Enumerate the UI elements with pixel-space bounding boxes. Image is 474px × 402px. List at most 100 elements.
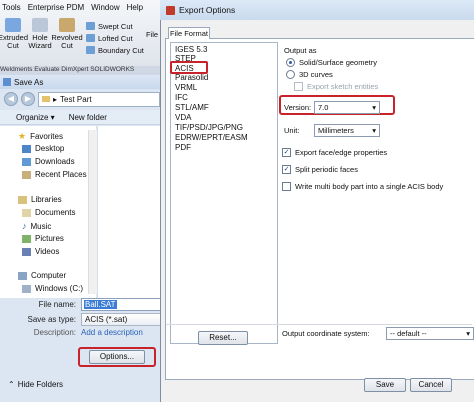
extruded-cut-button[interactable]: Extruded Cut [0,18,28,50]
downloads-icon [22,157,31,166]
menu-help[interactable]: Help [127,3,143,12]
nav-computer[interactable]: Computer [18,271,66,280]
nav-libraries[interactable]: Libraries [18,195,62,204]
lofted-cut-button[interactable]: Lofted Cut [86,32,144,44]
file-list-pane [97,126,161,298]
chevron-down-icon: ▾ [372,103,376,112]
chevron-down-icon: ▾ [372,126,376,135]
format-edrawings[interactable]: EDRW/EPRT/EASM [175,133,248,143]
desktop-icon [22,144,31,153]
new-folder-button[interactable]: New folder [69,113,107,122]
format-parasolid[interactable]: Parasolid [175,73,208,83]
save-as-title: Save As [14,77,44,87]
organize-button[interactable]: Organize ▾ [16,113,55,122]
nav-documents[interactable]: Documents [22,208,75,217]
nav-pictures[interactable]: Pictures [22,234,64,243]
acis-highlight [170,61,208,74]
coordinate-system-select[interactable]: -- default -- ▾ [386,327,474,340]
app-icon [3,78,11,86]
nav-recent-places[interactable]: Recent Places [22,170,87,179]
swept-cut-icon [86,22,95,30]
add-description-link[interactable]: Add a description [81,328,143,337]
address-bar: ◀ ▶ ▸ Test Part [4,91,160,107]
export-options-titlebar: Export Options [160,0,474,20]
options-button[interactable]: Options... [89,350,145,364]
version-select[interactable]: 7.0 ▾ [314,101,380,114]
multi-body-checkbox[interactable]: Write multi body part into a single ACIS… [282,182,443,191]
chevron-down-icon: ▾ [466,329,470,338]
menu-bar: Tools Enterprise PDM Window Help [0,0,162,14]
file-name-input[interactable]: Ball.SAT [81,298,169,311]
version-row: Version: 7.0 ▾ [284,101,380,114]
hole-wizard-icon [32,18,48,32]
format-pdf[interactable]: PDF [175,143,191,153]
radio-selected-icon [286,58,295,67]
menu-enterprise-pdm[interactable]: Enterprise PDM [28,3,84,12]
solid-surface-radio[interactable]: Solid/Surface geometry [286,58,377,67]
hole-wizard-button[interactable]: Hole Wizard [28,18,52,50]
swept-cut-button[interactable]: Swept Cut [86,20,144,32]
hide-folders-toggle[interactable]: ⌃ Hide Folders [8,380,63,389]
boundary-cut-icon [86,46,95,54]
breadcrumb: Test Part [60,94,92,104]
save-type-label: Save as type: [27,315,76,324]
unit-select[interactable]: Millimeters ▾ [314,124,380,137]
nav-favorites[interactable]: ★ Favorites [18,131,63,142]
save-as-titlebar: Save As [0,75,163,89]
libraries-icon [18,195,27,204]
menu-window[interactable]: Window [91,3,119,12]
back-arrow-icon[interactable]: ◀ [4,92,18,106]
3d-curves-radio[interactable]: 3D curves [286,70,333,79]
save-type-select[interactable]: ACIS (*.sat) [81,313,170,326]
music-icon: ♪ [22,221,27,231]
checkmark-icon: ✓ [282,165,291,174]
export-sketch-checkbox: Export sketch entities [294,82,378,91]
nav-scrollbar[interactable] [88,130,97,294]
format-image[interactable]: TIF/PSD/JPG/PNG [175,123,243,133]
nav-desktop[interactable]: Desktop [22,144,64,153]
videos-icon [22,247,31,256]
save-type-row: Save as type: ACIS (*.sat) [0,313,170,326]
tab-file-format[interactable]: File Format [168,27,210,39]
coordinate-system-row: Output coordinate system: -- default -- … [282,327,474,340]
address-box[interactable]: ▸ Test Part [38,91,160,107]
folder-icon [42,96,50,102]
revolved-cut-button[interactable]: Revolved Cut [51,18,83,50]
cut-commands: Swept Cut Lofted Cut Boundary Cut [86,20,144,56]
format-list: IGES 5.3 STEP ACIS Parasolid VRML IFC ST… [170,42,278,344]
lofted-cut-icon [86,34,95,42]
checkbox-icon [294,82,303,91]
split-periodic-checkbox[interactable]: ✓ Split periodic faces [282,165,358,174]
boundary-cut-button[interactable]: Boundary Cut [86,44,144,56]
format-vrml[interactable]: VRML [175,83,197,93]
save-button[interactable]: Save [364,378,406,392]
radio-icon [286,70,295,79]
revolved-cut-icon [59,18,75,32]
checkmark-icon: ✓ [282,148,291,157]
nav-videos[interactable]: Videos [22,247,59,256]
extruded-cut-icon [5,18,21,32]
nav-windows-c[interactable]: Windows (C:) [22,284,83,293]
recent-places-icon [22,170,31,179]
command-tabs[interactable]: Weldments Evaluate DimXpert SOLIDWORKS [0,66,160,75]
reset-button[interactable]: Reset... [198,331,248,345]
description-label: Description: [33,328,76,337]
face-edge-checkbox[interactable]: ✓ Export face/edge properties [282,148,387,157]
format-stl-amf[interactable]: STL/AMF [175,103,209,113]
checkbox-icon [282,182,291,191]
breadcrumb-separator-icon: ▸ [53,94,58,104]
file-name-label: File name: [38,300,76,309]
save-as-toolbar: Organize ▾ New folder [0,110,176,125]
output-as-label: Output as [284,46,317,55]
export-options-title: Export Options [179,5,236,15]
format-ifc[interactable]: IFC [175,93,188,103]
format-vda[interactable]: VDA [175,113,191,123]
nav-downloads[interactable]: Downloads [22,157,75,166]
cancel-button[interactable]: Cancel [410,378,452,392]
chevron-up-icon: ⌃ [8,380,15,389]
pictures-icon [22,234,31,243]
menu-tools[interactable]: Tools [2,3,21,12]
nav-music[interactable]: ♪ Music [22,221,51,231]
forward-arrow-icon[interactable]: ▶ [21,92,35,106]
computer-icon [18,271,27,280]
